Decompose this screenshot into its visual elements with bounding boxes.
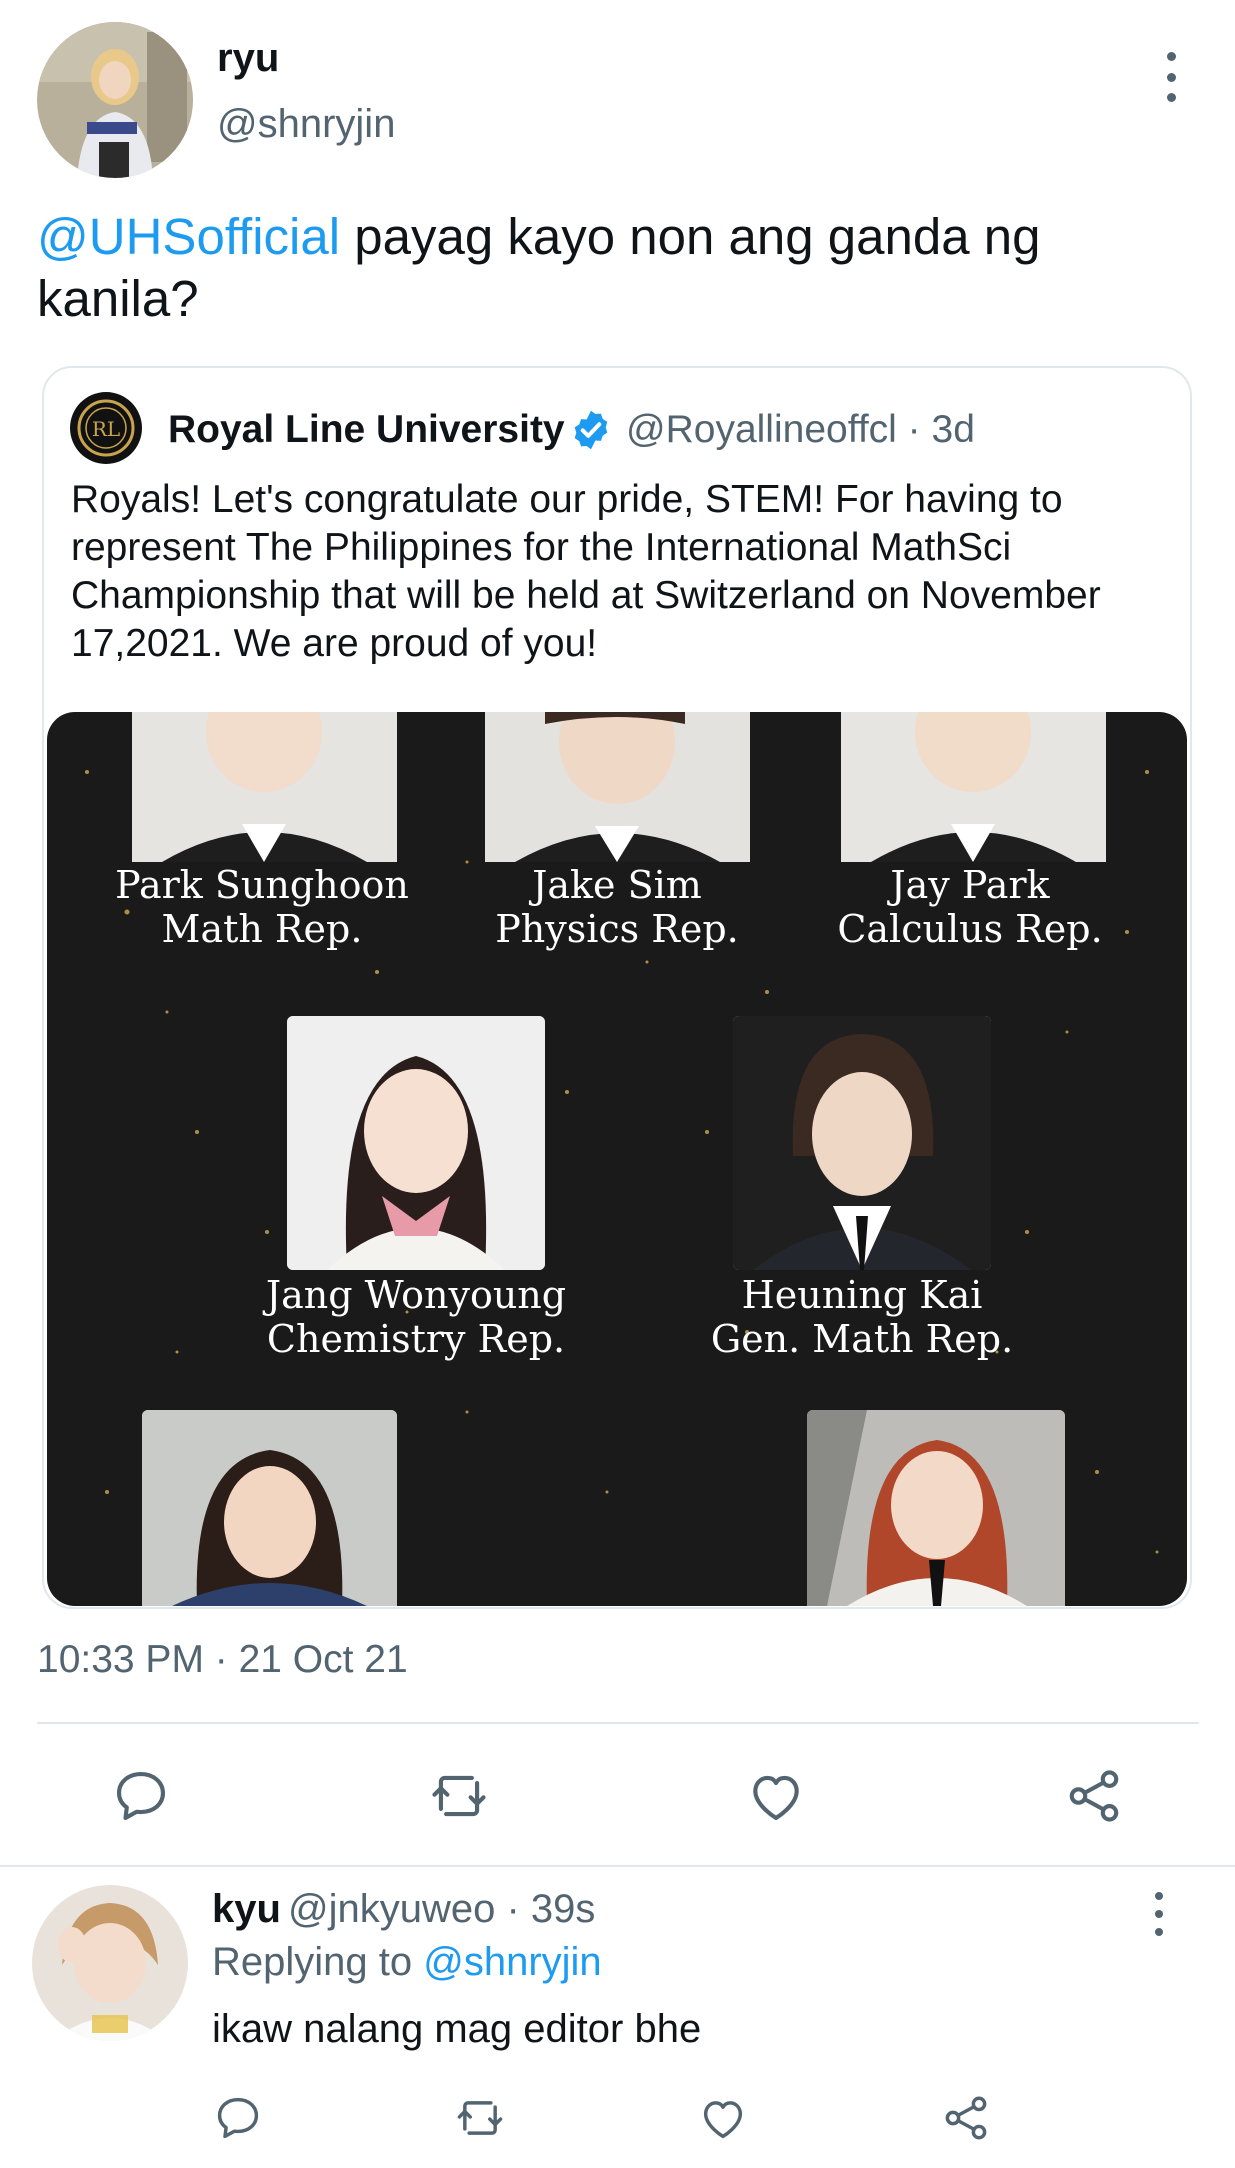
caption-name: Park Sunghoon [115,863,409,907]
reply-age: 39s [530,1887,596,1931]
reply-text: ikaw nalang mag editor bhe [212,2007,702,2051]
photo-bottom-right [807,1410,1065,1606]
reply-more-options-icon[interactable] [1144,1892,1174,1936]
tweet-timestamp[interactable]: 10:33 PM · 21 Oct 21 [37,1638,408,1682]
quote-author-avatar[interactable]: RL [70,392,142,464]
photo-jake-sim [485,712,750,862]
replying-to-mention[interactable]: @shnryjin [423,1940,601,1984]
caption-name: Heuning Kai [741,1273,983,1317]
divider [0,1865,1235,1867]
author-name[interactable]: ryu [217,36,279,81]
author-handle[interactable]: @shnryjin [217,102,395,147]
more-options-icon[interactable] [1150,52,1192,102]
replying-to-line: Replying to @shnryjin [212,1940,602,1985]
reply-retweet-icon[interactable] [454,2092,506,2144]
reply-author-name[interactable]: kyu [212,1887,281,1932]
caption-heuning-kai: Heuning Kai Gen. Math Rep. [707,1273,1017,1361]
quote-author-handle[interactable]: @Royallineoffcl [626,408,897,451]
share-icon[interactable] [1063,1765,1125,1827]
reply-like-icon[interactable] [697,2092,749,2144]
caption-name: Jake Sim [532,863,702,907]
caption-role: Calculus Rep. [837,906,1103,951]
caption-role: Math Rep. [161,906,363,951]
reply-author-avatar[interactable] [32,1885,188,2041]
reply-icon[interactable] [110,1765,172,1827]
caption-name: Jang Wonyoung [265,1273,567,1317]
photo-heuning-kai [733,1016,991,1270]
quoted-tweet-card[interactable]: RL Royal Line University @Royallineoffcl… [42,366,1192,1609]
tweet-text: @UHSofficial payag kayo non ang ganda ng… [37,206,1197,330]
replying-to-prefix: Replying to [212,1940,424,1984]
caption-jay-park: Jay Park Calculus Rep. [815,863,1125,951]
svg-text:RL: RL [92,417,120,441]
reply-author-handle[interactable]: @jnkyuweo [288,1887,495,1931]
quote-text: Royals! Let's congratulate our pride, ST… [71,478,1101,665]
reply-reply-icon[interactable] [212,2092,264,2144]
mention-link[interactable]: @UHSofficial [37,208,340,265]
quote-image[interactable]: Park Sunghoon Math Rep. Jake Sim Physics… [47,712,1187,1606]
caption-park-sunghoon: Park Sunghoon Math Rep. [107,863,417,951]
quote-age: 3d [931,408,975,451]
caption-jang-wonyoung: Jang Wonyoung Chemistry Rep. [261,1273,571,1361]
reply-share-icon[interactable] [940,2092,992,2144]
like-icon[interactable] [745,1765,807,1827]
reply-author-meta: @jnkyuweo · 39s [288,1887,596,1931]
photo-park-sunghoon [132,712,397,862]
caption-jake-sim: Jake Sim Physics Rep. [462,863,772,951]
caption-role: Gen. Math Rep. [710,1316,1014,1361]
photo-bottom-left [142,1410,397,1606]
author-avatar[interactable] [37,22,193,178]
retweet-icon[interactable] [428,1765,490,1827]
quote-author-name[interactable]: Royal Line University [168,408,565,452]
caption-role: Physics Rep. [495,906,739,951]
photo-jang-wonyoung [287,1016,545,1270]
caption-role: Chemistry Rep. [266,1316,566,1361]
caption-name: Jay Park [890,863,1050,907]
quote-author-meta: @Royallineoffcl · 3d [626,408,975,451]
photo-jay-park [841,712,1106,862]
verified-badge-icon [569,408,613,452]
divider [37,1722,1199,1724]
